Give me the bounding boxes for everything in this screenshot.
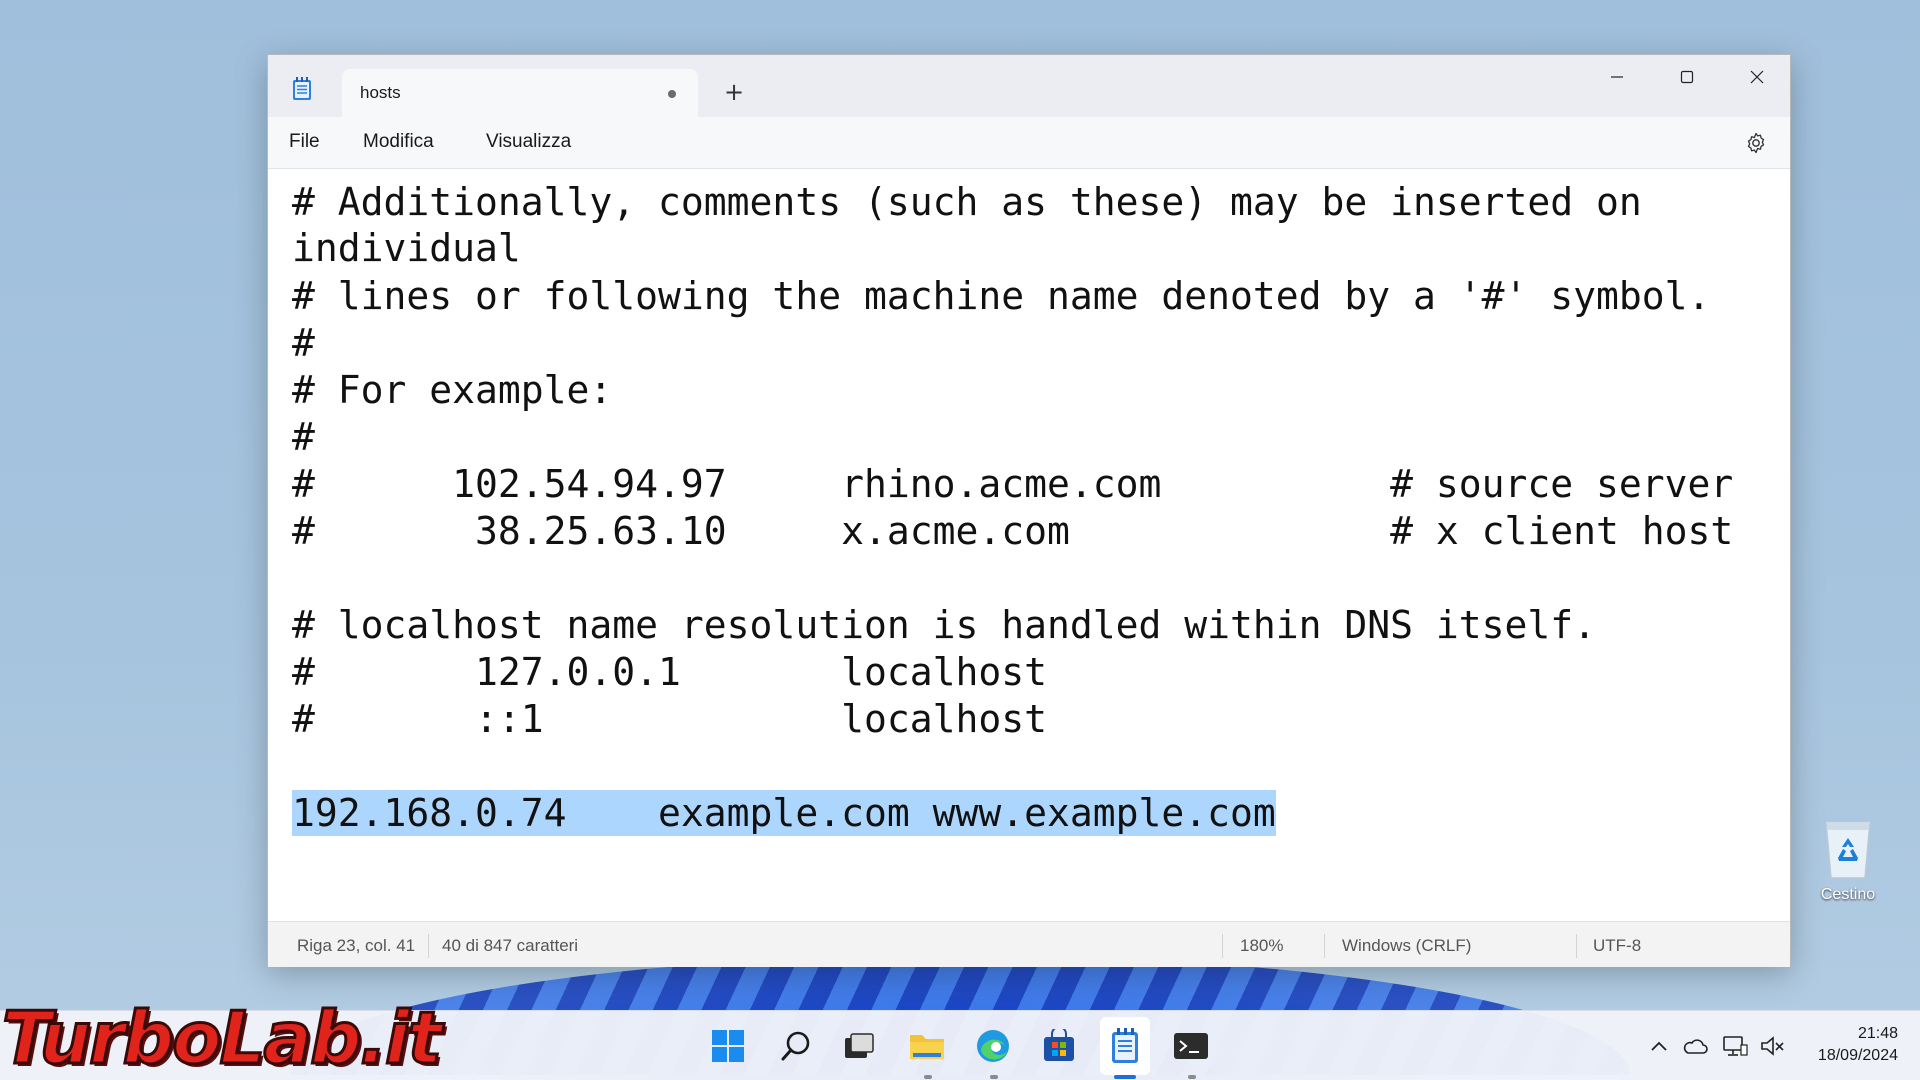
windows-logo-icon [712, 1030, 744, 1062]
character-count: 40 di 847 caratteri [442, 936, 579, 955]
status-divider [1222, 934, 1223, 958]
selected-editor-line: 192.168.0.74 example.com www.example.com [292, 790, 1276, 836]
editor-line: # For example: [292, 368, 613, 412]
volume-muted-icon[interactable] [1760, 1033, 1786, 1059]
menu-bar: File Modifica Visualizza [268, 117, 1790, 169]
menu-view[interactable]: Visualizza [486, 131, 571, 153]
store-icon [1044, 1029, 1074, 1061]
editor-line: # [292, 321, 315, 365]
tab-hosts[interactable]: hosts [342, 69, 698, 117]
editor-line: # 102.54.94.97 rhino.acme.com # source s… [292, 462, 1734, 506]
running-indicator [990, 1075, 998, 1079]
editor-line: # Additionally, comments (such as these)… [292, 180, 1642, 224]
edge-browser-icon [977, 1030, 1009, 1062]
search-icon [781, 1031, 810, 1061]
turbolab-watermark: TurboLab.it [0, 995, 443, 1080]
active-indicator [1114, 1075, 1136, 1079]
menu-edit[interactable]: Modifica [363, 131, 434, 153]
editor-line: # lines or following the machine name de… [292, 274, 1711, 318]
running-indicator [1188, 1075, 1196, 1079]
start-button[interactable] [707, 1025, 749, 1067]
cursor-position: Riga 23, col. 41 [297, 936, 416, 955]
minimize-icon [1611, 76, 1623, 78]
notepad-icon [1112, 1028, 1138, 1063]
status-divider [1324, 934, 1325, 958]
taskbar-notepad[interactable] [1104, 1025, 1146, 1067]
editor-line: # 127.0.0.1 localhost [292, 650, 1047, 694]
close-icon [1750, 70, 1764, 84]
gear-icon[interactable] [1744, 131, 1768, 155]
recycle-bin-icon [1825, 821, 1871, 879]
task-view-icon [845, 1033, 874, 1058]
taskbar-store[interactable] [1038, 1025, 1080, 1067]
maximize-icon [1680, 70, 1694, 84]
notepad-window: hosts + File Modifica Visualizza # Addit… [267, 54, 1791, 967]
system-clock[interactable]: 21:48 18/09/2024 [1818, 1023, 1898, 1067]
new-tab-button[interactable]: + [716, 77, 752, 109]
line-ending[interactable]: Windows (CRLF) [1342, 936, 1471, 956]
editor-line: individual [292, 226, 521, 270]
recycle-bin[interactable]: Cestino [1806, 812, 1890, 912]
taskbar-terminal[interactable] [1170, 1025, 1212, 1067]
status-bar: Riga 23, col. 41 40 di 847 caratteri 180… [268, 921, 1790, 967]
text-editor[interactable]: # Additionally, comments (such as these)… [268, 169, 1774, 921]
maximize-button[interactable] [1652, 55, 1722, 99]
running-indicator [924, 1075, 932, 1079]
onedrive-cloud-icon[interactable] [1682, 1033, 1708, 1059]
terminal-icon [1174, 1033, 1208, 1059]
taskbar-file-explorer[interactable] [906, 1025, 948, 1067]
task-view-button[interactable] [838, 1025, 880, 1067]
clock-time: 21:48 [1857, 1025, 1898, 1042]
title-bar[interactable]: hosts + [268, 55, 1790, 117]
search-button[interactable] [775, 1025, 817, 1067]
clock-date: 18/09/2024 [1817, 1047, 1898, 1064]
zoom-level[interactable]: 180% [1240, 936, 1283, 956]
unsaved-dot-icon[interactable] [668, 90, 676, 98]
encoding[interactable]: UTF-8 [1593, 936, 1641, 956]
tab-title: hosts [360, 83, 401, 102]
editor-line: # ::1 localhost [292, 697, 1047, 741]
network-icon[interactable] [1722, 1033, 1748, 1059]
taskbar-edge[interactable] [972, 1025, 1014, 1067]
notepad-icon [292, 77, 312, 101]
menu-file[interactable]: File [289, 131, 320, 153]
editor-line: # 38.25.63.10 x.acme.com # x client host [292, 509, 1734, 553]
status-divider [428, 934, 429, 958]
close-button[interactable] [1722, 55, 1792, 99]
minimize-button[interactable] [1582, 55, 1652, 99]
recycle-bin-label: Cestino [1820, 886, 1876, 903]
folder-icon [910, 1035, 944, 1059]
editor-line: # [292, 415, 315, 459]
editor-line: # localhost name resolution is handled w… [292, 603, 1597, 647]
status-divider [1576, 934, 1577, 958]
chevron-up-icon[interactable] [1646, 1033, 1672, 1059]
